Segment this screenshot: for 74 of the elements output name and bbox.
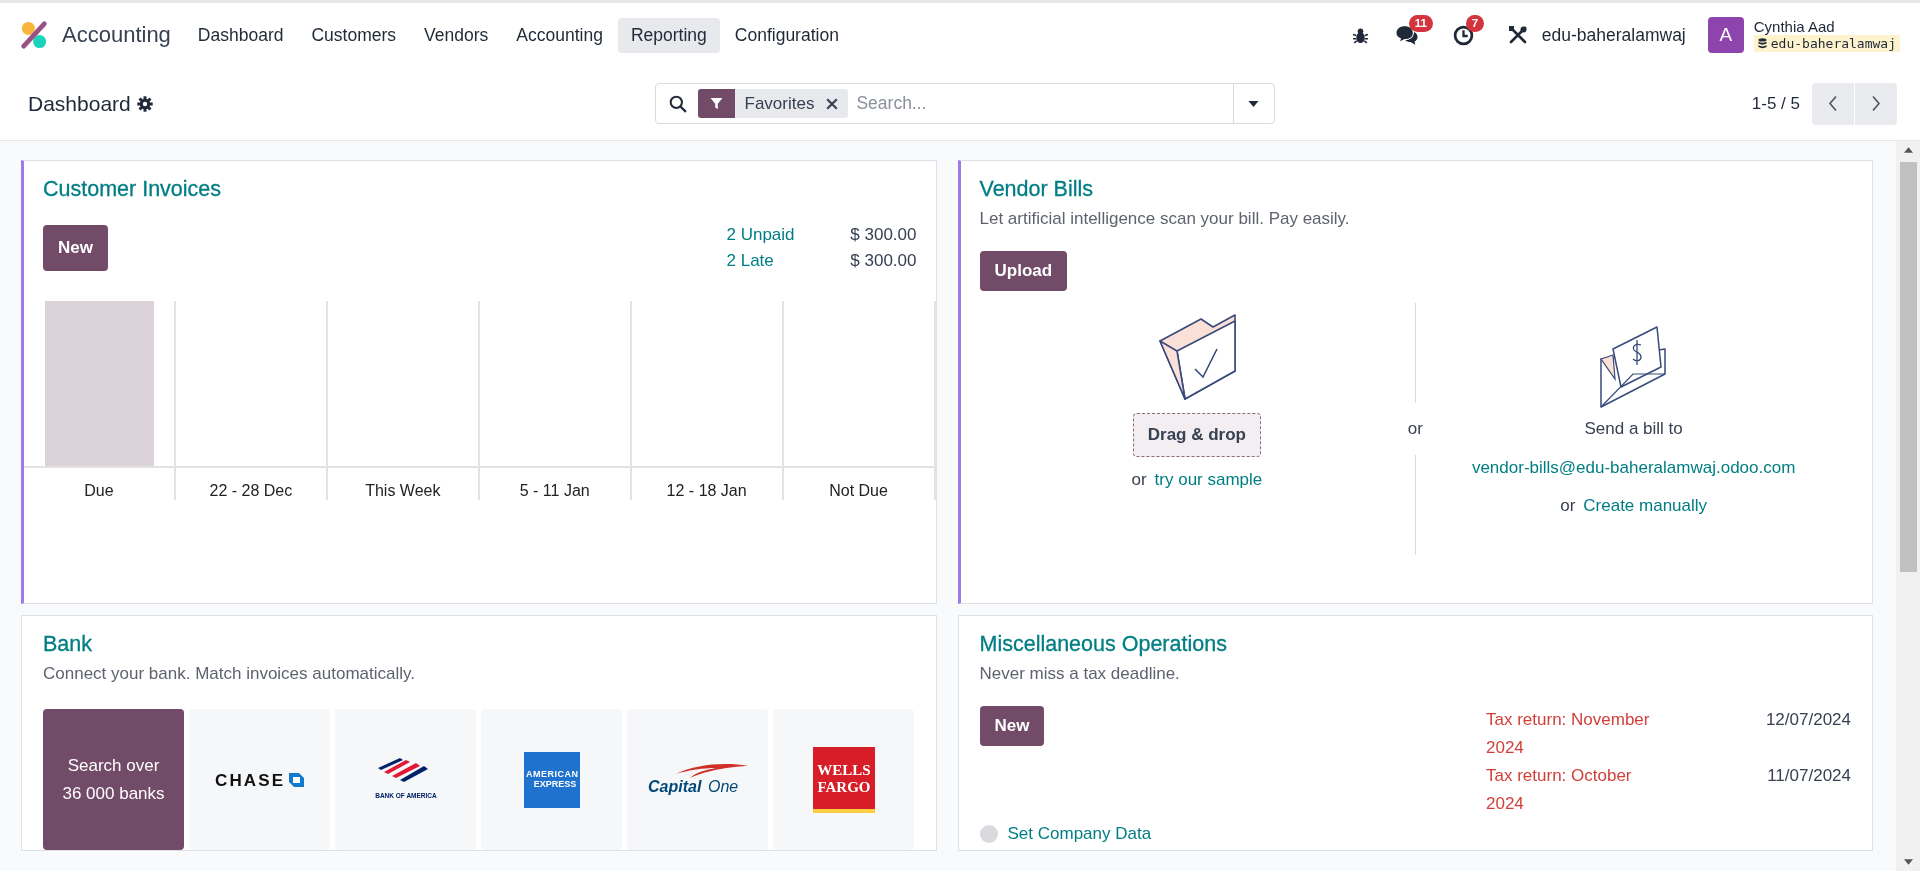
activity-count-badge: 7 (1465, 14, 1485, 32)
card-subtitle: Connect your bank. Match invoices automatically. (43, 664, 416, 684)
or-text: or (1560, 496, 1576, 516)
company-name[interactable]: edu-baheralamwaj (1541, 24, 1686, 46)
tax-return-link[interactable]: Tax return: November 2024 (1486, 706, 1651, 762)
user-avatar[interactable]: A (1707, 17, 1744, 53)
step-link[interactable]: Set Company Data (1007, 824, 1152, 844)
scrollbar[interactable] (1896, 141, 1920, 871)
bug-icon[interactable] (1351, 26, 1369, 44)
amount: $ 300.00 (850, 251, 917, 271)
amount: $ 300.00 (850, 225, 917, 245)
chevron-left-icon (1828, 95, 1838, 112)
card-title[interactable]: Customer Invoices (43, 175, 915, 203)
menu-item[interactable]: Vendors (411, 17, 502, 53)
chevron-right-icon (1871, 95, 1881, 112)
axis-label: 12 - 18 Jan (665, 481, 748, 500)
create-manually-link[interactable]: Create manually (1583, 496, 1708, 516)
settings-icon[interactable] (136, 95, 153, 112)
menu-item[interactable]: Accounting (503, 17, 616, 53)
axis-label: 22 - 28 Dec (208, 481, 294, 500)
scroll-up-icon[interactable] (1903, 147, 1913, 153)
or-text: or (1131, 470, 1147, 490)
menu-item[interactable]: Configuration (721, 17, 852, 53)
app-logo-icon[interactable] (20, 21, 48, 49)
scroll-down-icon[interactable] (1903, 859, 1913, 865)
summary-link[interactable]: 2 Unpaid (726, 225, 795, 245)
card-subtitle: Never miss a tax deadline. (979, 664, 1181, 684)
bank-logo: Capital One (645, 759, 750, 800)
new-button[interactable]: New (43, 225, 108, 271)
close-icon[interactable] (826, 97, 839, 110)
or-text: or (1407, 418, 1423, 440)
bank-logo: WELLS FARGO (812, 746, 875, 813)
tax-return-date: 12/07/2024 (1765, 709, 1851, 731)
tax-return-date: 11/07/2024 (1767, 765, 1851, 787)
page-title: Dashboard (28, 91, 131, 116)
email-link[interactable]: vendor-bills@edu-baheralamwaj.odoo.com (1471, 458, 1796, 478)
bank-logo: CHASE (214, 769, 305, 790)
axis-label: This Week (364, 481, 442, 500)
card-title[interactable]: Bank (43, 630, 915, 658)
card-title[interactable]: Miscellaneous Operations (979, 630, 1851, 658)
bank-tile[interactable]: AMERICAN EXPRESS (481, 709, 623, 850)
database-name: edu-baheralamwaj (1770, 36, 1896, 51)
summary-link[interactable]: 2 Late (726, 251, 774, 271)
filter-facet: Favorites (743, 93, 816, 114)
menu-item[interactable]: Customers (298, 17, 410, 53)
card-subtitle: Let artificial intelligence scan your bill. Pay easily. (979, 209, 1351, 229)
axis-label: Due (83, 481, 115, 500)
new-button[interactable]: New (979, 706, 1045, 746)
bank-logo: AMERICAN EXPRESS (523, 751, 580, 808)
search-icon[interactable] (668, 94, 687, 113)
axis-label: 5 - 11 Jan (518, 481, 591, 500)
filter-icon (709, 97, 723, 110)
drag-drop-button[interactable]: Drag & drop (1132, 413, 1261, 457)
user-name[interactable]: Cynthia Aad (1753, 18, 1900, 35)
menu-item[interactable]: Reporting (617, 17, 720, 53)
search-banks-button[interactable]: Search over 36 000 banks (43, 709, 185, 850)
clock-icon[interactable] (1452, 24, 1474, 46)
bank-tile[interactable]: Capital One (627, 709, 769, 850)
sample-link[interactable]: try our sample (1154, 470, 1263, 490)
menu-item[interactable]: Dashboard (184, 17, 297, 53)
upload-button[interactable]: Upload (979, 251, 1068, 291)
axis-label: Not Due (828, 481, 889, 500)
caret-icon[interactable] (1248, 100, 1259, 107)
card-title[interactable]: Vendor Bills (979, 175, 1851, 203)
pager-value[interactable]: 1-5 / 5 (1751, 93, 1800, 114)
bank-tile[interactable]: WELLS FARGO (773, 709, 915, 850)
tax-return-link[interactable]: Tax return: October 2024 (1486, 762, 1651, 818)
search-field[interactable]: Favorites Search... (654, 83, 1275, 124)
bank-tile[interactable]: CHASE (189, 709, 331, 850)
send-bill-text: Send a bill to (1584, 419, 1683, 439)
message-count-badge: 11 (1408, 14, 1433, 32)
database-icon (1757, 38, 1767, 49)
app-name[interactable]: Accounting (62, 22, 171, 48)
tools-icon[interactable] (1507, 25, 1528, 45)
